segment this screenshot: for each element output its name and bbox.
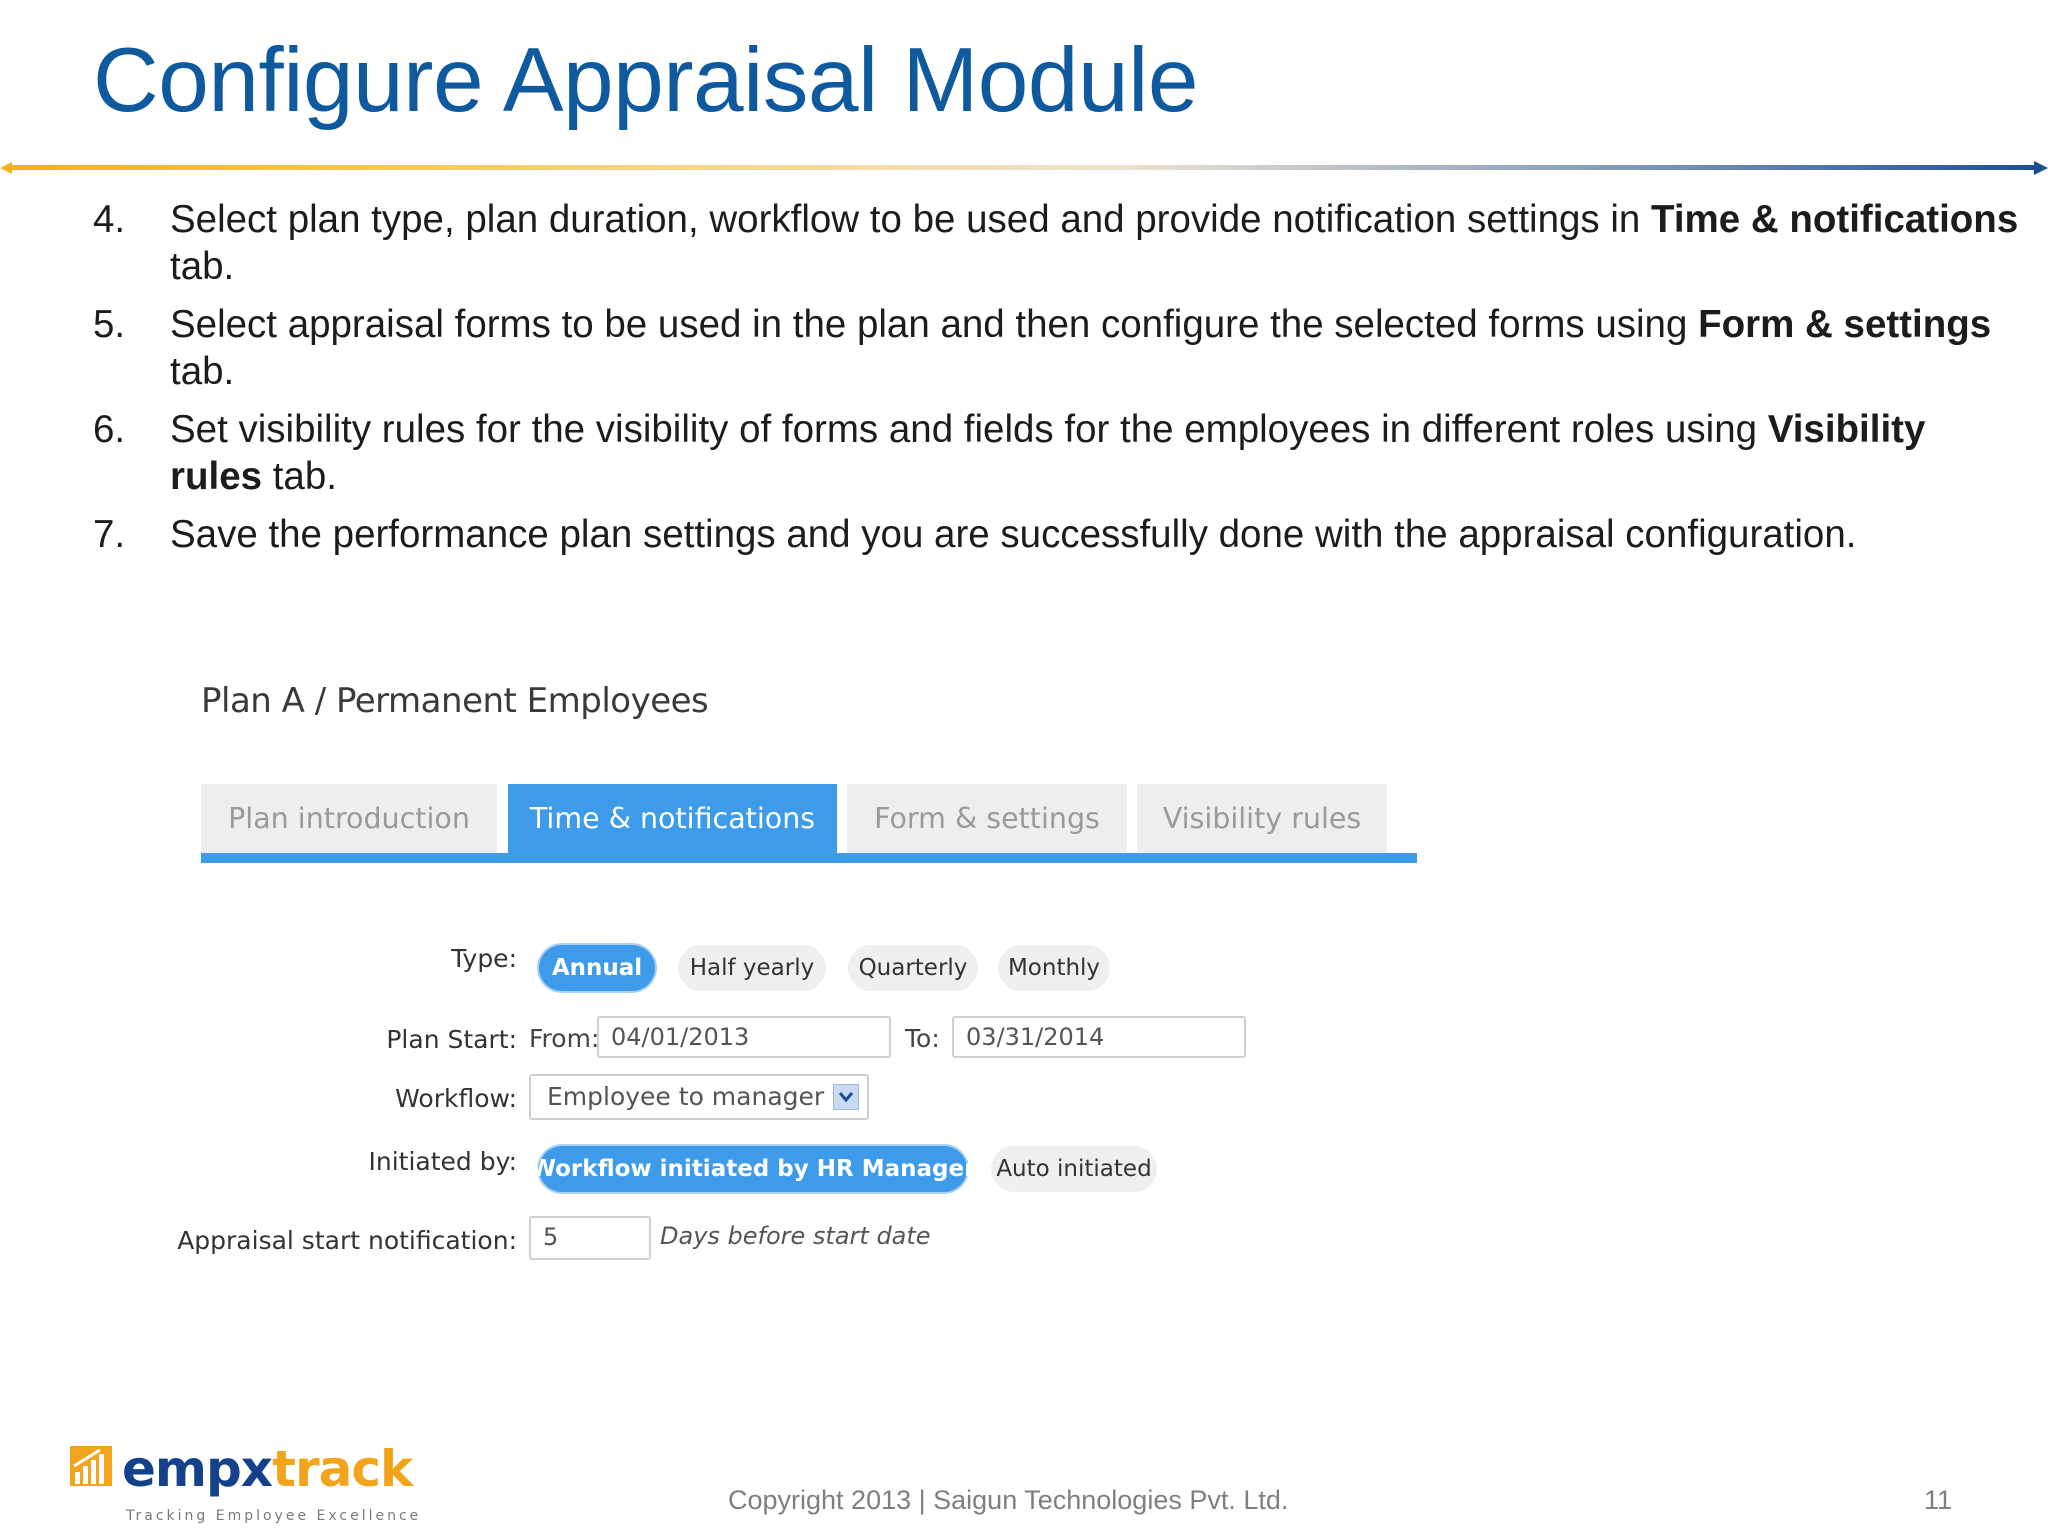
from-date-input[interactable]: 04/01/2013	[597, 1016, 891, 1058]
type-option-monthly[interactable]: Monthly	[998, 945, 1110, 991]
chevron-down-icon[interactable]	[833, 1084, 859, 1110]
step-bold-text: Form & settings	[1698, 303, 1992, 346]
tab-underline	[201, 853, 1417, 863]
step-number: 6.	[93, 408, 126, 451]
tab-form-settings[interactable]: Form & settings	[847, 784, 1127, 853]
logo-chart-icon	[70, 1446, 112, 1486]
page-number: 11	[1924, 1485, 1953, 1515]
divider-left-arrow-icon	[0, 162, 12, 174]
step-text-end: tab.	[170, 245, 235, 288]
type-label: Type:	[451, 944, 517, 973]
steps-list: 4. Select plan type, plan duration, workf…	[93, 196, 2023, 569]
tab-visibility-rules[interactable]: Visibility rules	[1137, 784, 1387, 853]
step-number: 5.	[93, 303, 126, 346]
logo-tagline: Tracking Employee Excellence	[126, 1508, 422, 1524]
empxtrack-logo: empxtrack Tracking Employee Excellence	[70, 1440, 418, 1526]
notification-days-input[interactable]: 5	[529, 1216, 651, 1260]
notification-label: Appraisal start notification:	[177, 1226, 517, 1255]
step-item: 5. Select appraisal forms to be used in t…	[93, 301, 2023, 395]
step-item: 7. Save the performance plan settings and…	[93, 511, 2023, 558]
workflow-select[interactable]: Employee to manager to HR	[529, 1074, 869, 1120]
to-label: To:	[905, 1024, 940, 1053]
copyright-footer: Copyright 2013 | Saigun Technologies Pvt…	[728, 1485, 1289, 1515]
initiated-option-auto[interactable]: Auto initiated	[991, 1146, 1157, 1192]
logo-wordmark: empxtrack	[122, 1440, 413, 1498]
step-item: 6. Set visibility rules for the visibilit…	[93, 406, 2023, 500]
from-label: From:	[529, 1024, 600, 1053]
step-number: 4.	[93, 198, 126, 241]
title-divider	[0, 161, 2048, 175]
step-text-end: tab.	[262, 455, 337, 498]
plan-title: Plan A / Permanent Employees	[201, 681, 709, 721]
step-text: Select plan type, plan duration, workflo…	[170, 198, 1652, 241]
plan-start-label: Plan Start:	[386, 1025, 517, 1054]
plan-tabs: Plan introduction Time & notifications F…	[201, 784, 1417, 864]
slide-title: Configure Appraisal Module	[93, 30, 1198, 131]
step-number: 7.	[93, 513, 126, 556]
step-item: 4. Select plan type, plan duration, workf…	[93, 196, 2023, 290]
workflow-selected-value: Employee to manager to HR	[547, 1082, 837, 1111]
step-text: Save the performance plan settings and y…	[170, 513, 1857, 556]
initiated-option-hr-manager[interactable]: Workflow initiated by HR Manager	[531, 1146, 975, 1192]
type-option-quarterly[interactable]: Quarterly	[848, 945, 978, 991]
step-bold-text: Time & notifications	[1651, 198, 2019, 241]
type-option-half-yearly[interactable]: Half yearly	[678, 945, 826, 991]
tab-time-notifications[interactable]: Time & notifications	[508, 784, 837, 853]
to-date-input[interactable]: 03/31/2014	[952, 1016, 1246, 1058]
tab-plan-introduction[interactable]: Plan introduction	[201, 784, 497, 853]
step-text: Select appraisal forms to be used in the…	[170, 303, 1699, 346]
step-text-end: tab.	[170, 350, 235, 393]
notification-hint: Days before start date	[660, 1222, 931, 1250]
workflow-label: Workflow:	[395, 1084, 517, 1113]
divider-right-arrow-icon	[2034, 161, 2048, 175]
initiated-by-label: Initiated by:	[368, 1147, 518, 1176]
type-option-annual[interactable]: Annual	[539, 945, 655, 991]
step-text: Set visibility rules for the visibility …	[170, 408, 1768, 451]
